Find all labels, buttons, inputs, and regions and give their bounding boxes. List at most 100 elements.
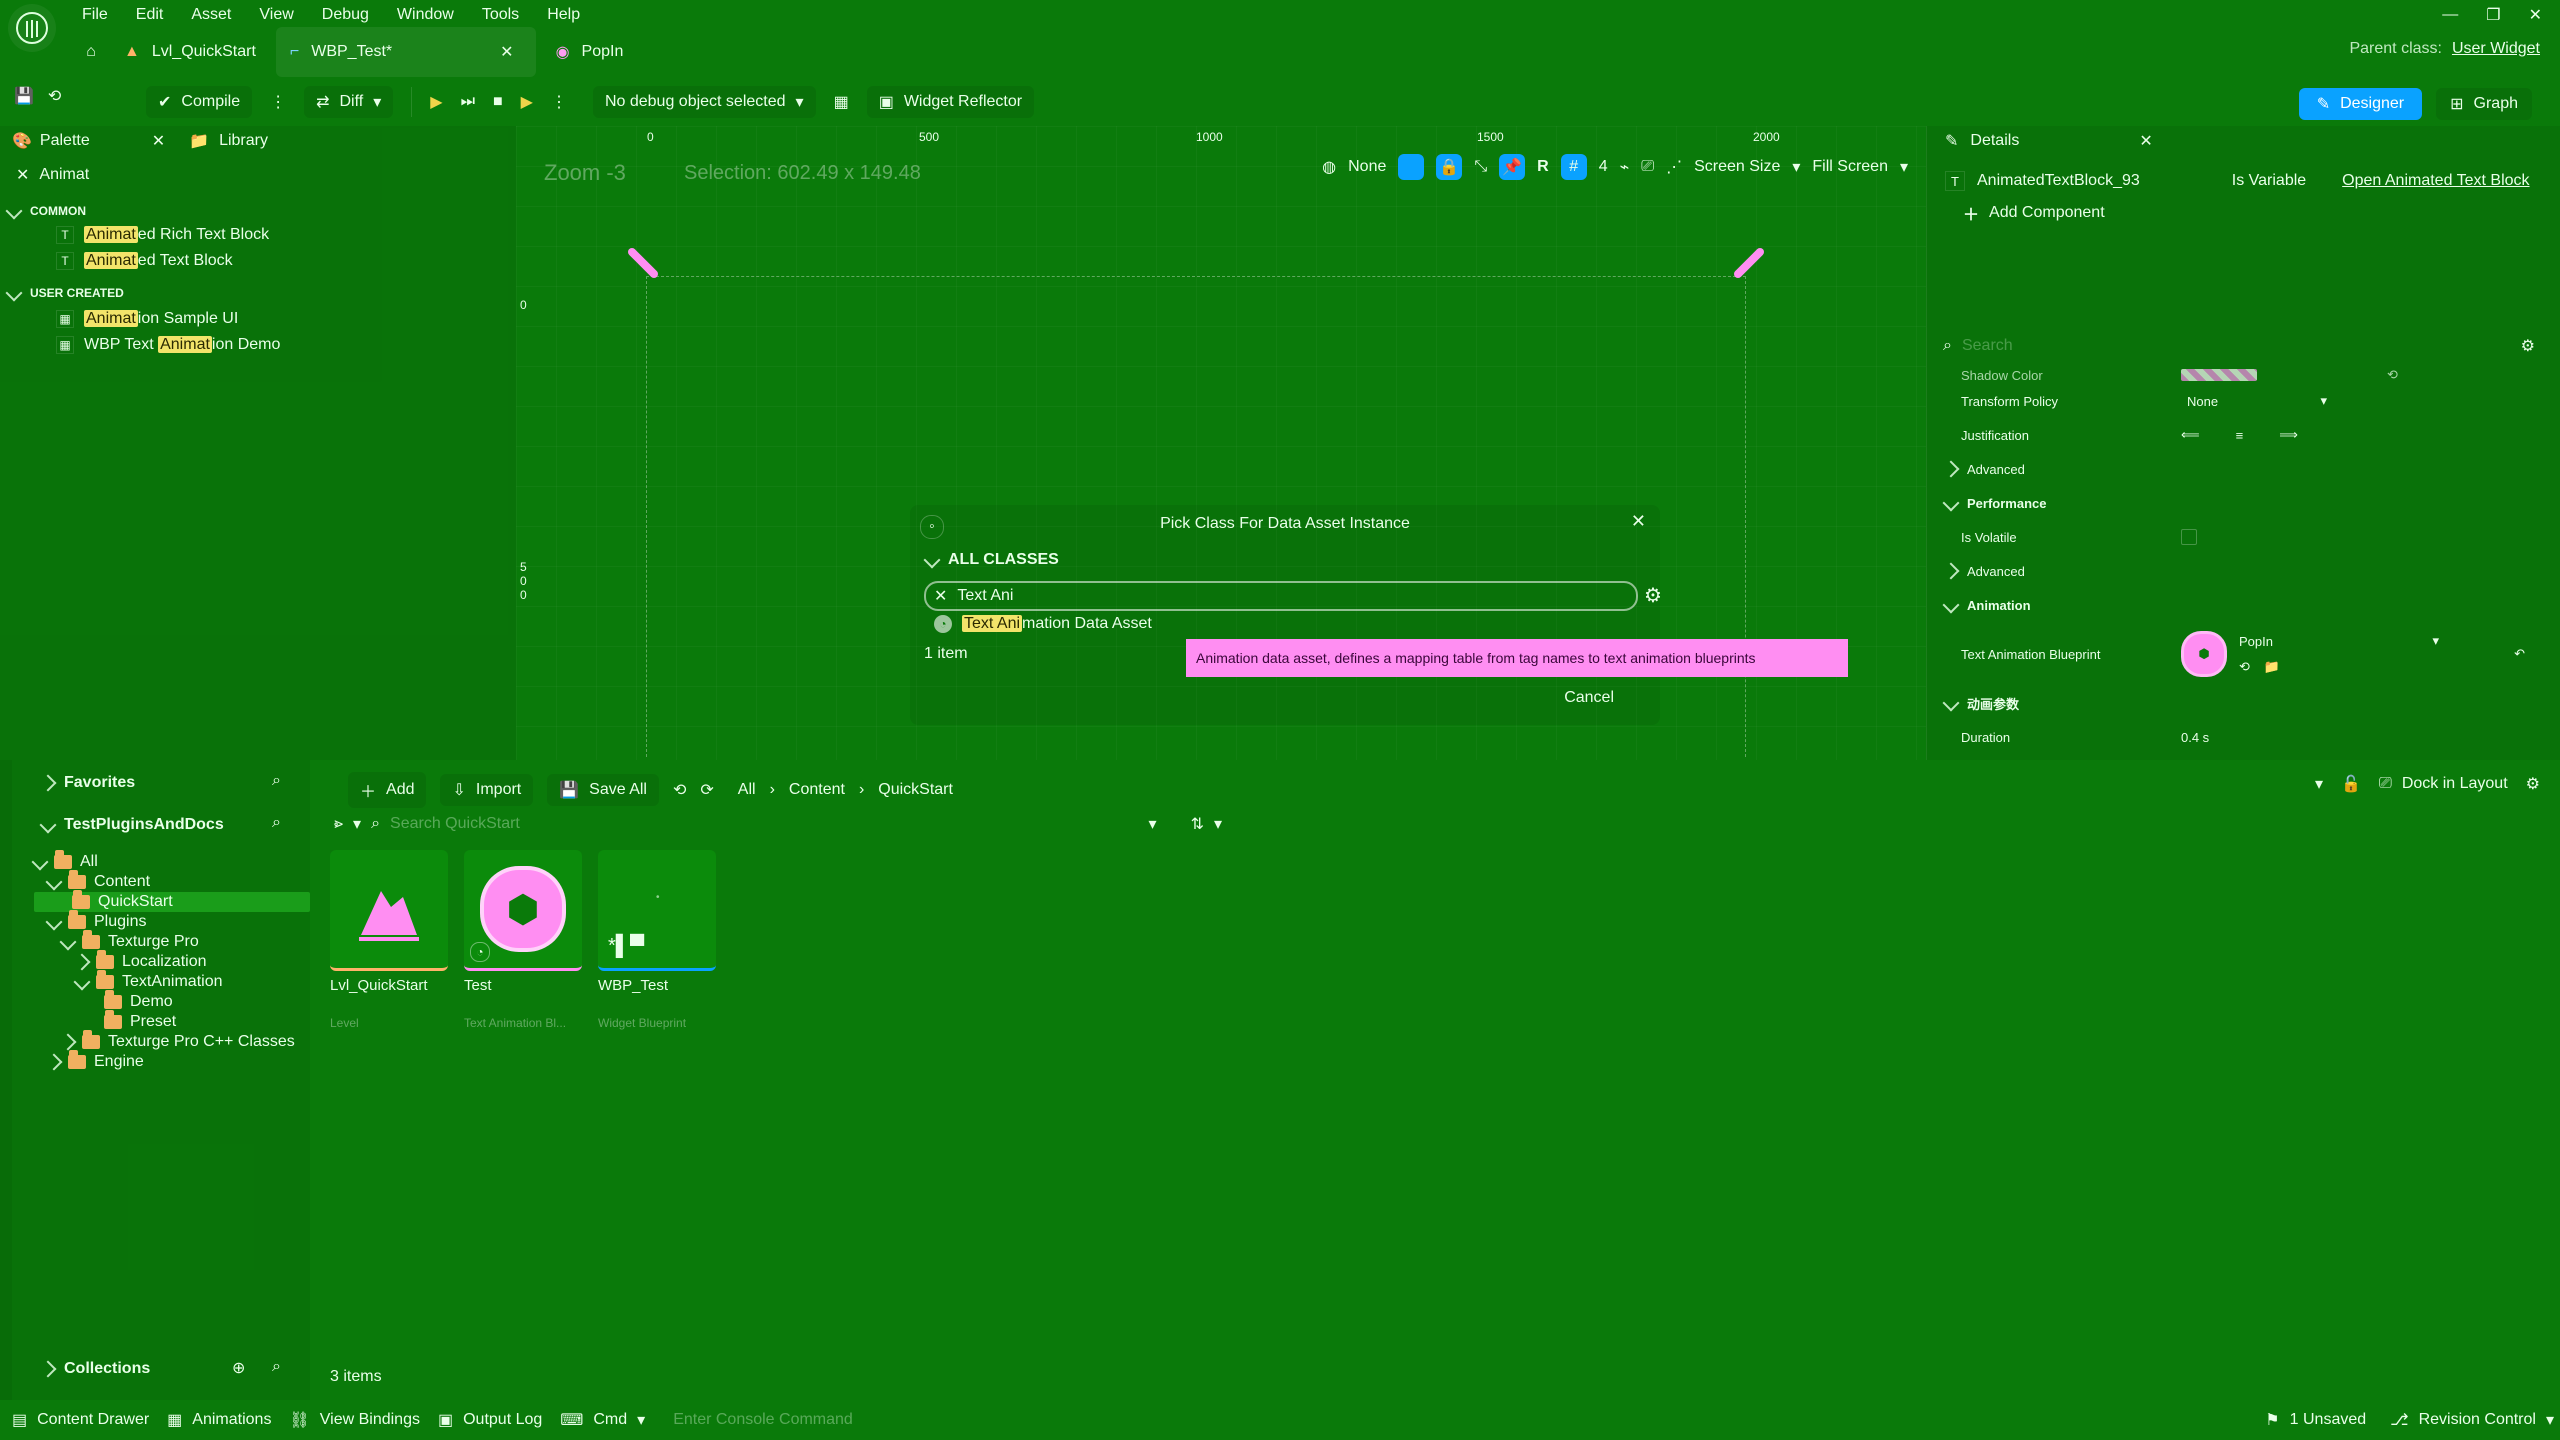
tree-item[interactable]: Texturge Pro C++ Classes	[34, 1030, 310, 1052]
use-selected-icon[interactable]: ⟲	[2239, 659, 2250, 675]
resize-handle-left[interactable]	[628, 248, 658, 278]
duration-value[interactable]: 0.4 s	[2181, 730, 2209, 745]
history-forward-icon[interactable]: ⟳	[700, 780, 713, 800]
palette-item[interactable]: ▦ Animat ion Sample UI	[8, 306, 516, 332]
play-icon[interactable]: ▶	[430, 92, 442, 112]
shadow-color-swatch[interactable]	[2181, 369, 2257, 381]
class-result-item[interactable]: ◔ Text Ani mation Data Asset	[934, 615, 1152, 633]
dialog-section[interactable]: ALL CLASSES	[923, 551, 1059, 569]
tree-item[interactable]: Engine	[34, 1050, 310, 1072]
save-all-button[interactable]: 💾 Save All	[547, 774, 659, 806]
tab-wbp-test[interactable]: ⌐ WBP_Test* ✕	[275, 27, 536, 77]
grid-icon[interactable]: #	[1560, 154, 1587, 180]
favorites-header[interactable]: Favorites	[39, 774, 135, 792]
menu-view[interactable]: View	[259, 6, 293, 24]
console-input[interactable]: Enter Console Command	[663, 1407, 1033, 1433]
search-icon[interactable]: ⌕	[272, 772, 281, 790]
property-group[interactable]: Advanced	[1942, 452, 2543, 486]
menu-asset[interactable]: Asset	[191, 6, 231, 24]
fill-screen-label[interactable]: Fill Screen	[1812, 158, 1888, 176]
clear-search-icon[interactable]: ✕	[16, 165, 29, 185]
details-tab-label[interactable]: Details	[1970, 132, 2019, 150]
save-icon[interactable]: 💾	[14, 86, 34, 106]
align-center-icon[interactable]: ≡	[2236, 428, 2244, 443]
tab-palette[interactable]: 🎨 Palette	[12, 131, 90, 151]
resize-handle-right[interactable]	[1734, 248, 1764, 278]
cursor-icon[interactable]: ⤡	[1474, 158, 1487, 176]
path-dropdown-icon[interactable]: ▾	[2315, 774, 2323, 794]
property-section[interactable]: Performance	[1942, 486, 2543, 520]
clear-icon[interactable]: ✕	[934, 586, 947, 606]
property-section[interactable]: Animation	[1942, 588, 2543, 622]
property-section[interactable]: 动画参数	[1942, 686, 2543, 720]
dock-in-layout-button[interactable]: ⎚ Dock in Layout	[2379, 775, 2508, 793]
search-icon[interactable]: ⌕	[272, 814, 281, 832]
parent-class-link[interactable]: User Widget	[2452, 40, 2540, 58]
compile-button[interactable]: ✔ Compile	[146, 86, 253, 118]
asset-tile[interactable]: ⬢ ◔ Test Text Animation Bl...	[464, 850, 584, 1050]
transform-policy-select[interactable]: None ▾	[2181, 393, 2333, 409]
filter-icon[interactable]: ⩺	[334, 815, 343, 833]
open-class-link[interactable]: Open Animated Text Block	[2342, 172, 2529, 190]
debug-object-select[interactable]: No debug object selected ▾	[592, 86, 816, 118]
close-window-icon[interactable]: ✕	[2529, 5, 2542, 25]
menu-edit[interactable]: Edit	[136, 6, 164, 24]
import-button[interactable]: ⇩ Import	[440, 774, 534, 806]
section-common[interactable]: COMMON	[5, 200, 516, 222]
palette-item[interactable]: T Animat ed Rich Text Block	[8, 222, 516, 248]
screen-icon[interactable]: ⎚	[1641, 158, 1654, 176]
browse-icon[interactable]: ⟲	[48, 86, 61, 106]
r-label[interactable]: R	[1537, 158, 1549, 176]
compile-options-icon[interactable]: ⋮	[270, 92, 286, 112]
collections-header[interactable]: Collections	[39, 1360, 150, 1378]
designer-button[interactable]: ✎ Designer	[2298, 88, 2423, 120]
section-user-created[interactable]: USER CREATED	[5, 280, 516, 306]
screen-options-icon[interactable]: ⋰	[1666, 157, 1682, 177]
breadcrumb-item[interactable]: Content	[789, 781, 845, 799]
is-volatile-checkbox[interactable]	[2181, 529, 2197, 545]
class-search-input[interactable]: ✕ Text Ani	[924, 581, 1638, 611]
add-component-label[interactable]: Add Component	[1989, 204, 2105, 222]
screen-size-label[interactable]: Screen Size	[1694, 158, 1780, 176]
eyedropper-icon[interactable]: ⟲	[2387, 367, 2398, 383]
stop-icon[interactable]: ■	[493, 93, 503, 111]
filter-settings-icon[interactable]: ⚙	[1644, 583, 1662, 608]
globe-icon[interactable]: ◍	[1322, 157, 1336, 177]
pin-icon[interactable]: 📌	[1499, 154, 1526, 180]
minimize-icon[interactable]: —	[2442, 6, 2458, 24]
lock-icon[interactable]: 🔒	[1436, 154, 1463, 180]
unreal-logo-icon[interactable]	[8, 4, 56, 52]
browse-asset-icon[interactable]: 📁	[2264, 659, 2280, 675]
close-palette-icon[interactable]: ✕	[152, 131, 165, 151]
asset-thumbnail[interactable]: ⬢	[2181, 631, 2227, 677]
details-search[interactable]: ⌕ Search ⚙	[1943, 332, 2535, 360]
debug-browse-icon[interactable]: ▦	[834, 92, 849, 112]
property-group[interactable]: Advanced	[1942, 554, 2543, 588]
tab-library[interactable]: 📁 Library	[189, 131, 268, 151]
add-button[interactable]: ＋ Add	[348, 772, 427, 808]
history-back-icon[interactable]: ⟲	[673, 780, 686, 800]
add-collection-icon[interactable]: ⊕	[232, 1358, 245, 1378]
asset-search-placeholder[interactable]: Search QuickStart	[390, 815, 520, 833]
step-icon[interactable]: ⏭	[461, 93, 475, 111]
output-log-button[interactable]: ▣ Output Log	[438, 1410, 542, 1430]
toggle-icon[interactable]	[1398, 154, 1425, 180]
search-options-icon[interactable]: ▾	[1149, 814, 1157, 834]
menu-window[interactable]: Window	[397, 6, 454, 24]
palette-item[interactable]: T Animat ed Text Block	[8, 248, 516, 274]
menu-debug[interactable]: Debug	[322, 6, 369, 24]
project-header[interactable]: TestPluginsAndDocs	[39, 816, 224, 834]
unsaved-button[interactable]: ⚑ 1 Unsaved	[2265, 1410, 2366, 1430]
tree-item[interactable]: Texturge Pro	[34, 930, 310, 952]
restore-icon[interactable]: ❐	[2486, 5, 2500, 25]
tree-item[interactable]: Demo	[34, 990, 310, 1012]
lock-icon[interactable]: 🔓	[2341, 774, 2361, 794]
tab-popin[interactable]: ◉ PopIn	[542, 27, 638, 77]
palette-search[interactable]: ✕ Animat	[0, 160, 516, 190]
content-drawer-button[interactable]: ▤ Content Drawer	[12, 1410, 149, 1430]
palette-item[interactable]: ▦ WBP Text Animat ion Demo	[8, 332, 516, 358]
settings-icon[interactable]: ⚙	[2521, 336, 2535, 356]
sort-icon[interactable]: ⇅	[1191, 814, 1204, 834]
grid-size-label[interactable]: 4	[1599, 158, 1608, 176]
text-animation-blueprint-select[interactable]: PopIn ▾	[2239, 633, 2439, 649]
